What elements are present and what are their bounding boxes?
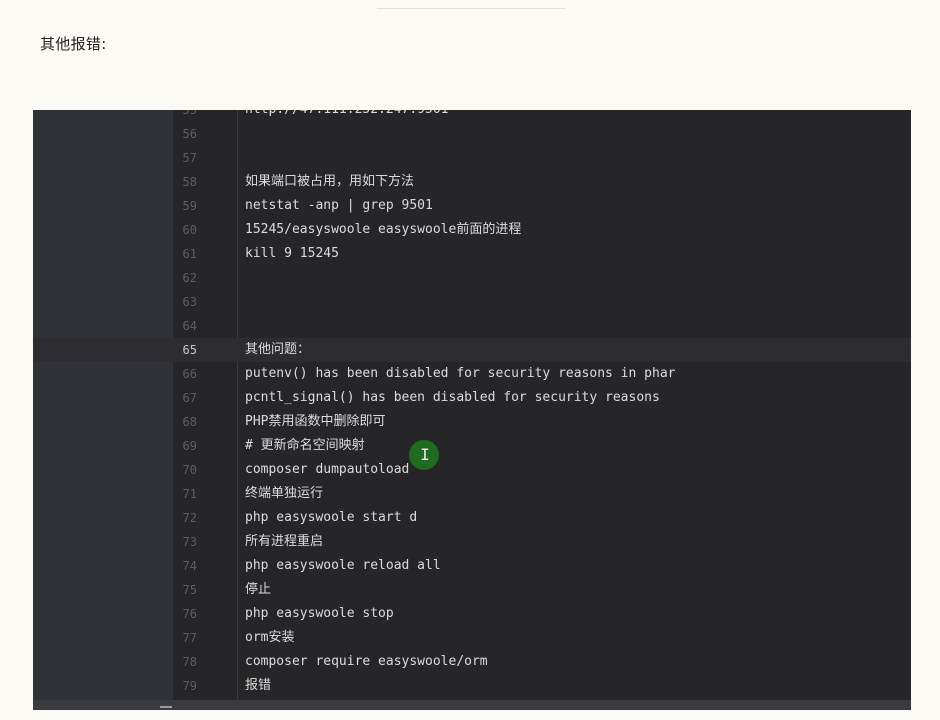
line-text: 其他问题： (245, 342, 311, 357)
line-text: 所有进程重启 (245, 534, 324, 549)
text-cursor-icon: I (420, 445, 430, 464)
line-number: 63 (182, 295, 197, 309)
code-line: 72 php easyswoole start d (33, 506, 911, 530)
code-line: 57 (33, 146, 911, 170)
line-number: 78 (182, 655, 197, 669)
code-line: 76 php easyswoole stop (33, 602, 911, 626)
line-number: 57 (182, 151, 197, 165)
line-number: 62 (182, 271, 197, 285)
line-number: 70 (182, 463, 197, 477)
code-line: 79 报错 (33, 674, 911, 698)
line-text: 如果端口被占用，用如下方法 (245, 174, 415, 189)
line-number: 67 (182, 391, 197, 405)
line-number: 68 (182, 415, 197, 429)
line-number: 75 (182, 583, 197, 597)
line-number: 69 (182, 439, 197, 453)
line-text: 报错 (245, 678, 272, 693)
code-line: 65 其他问题： (33, 338, 911, 362)
code-line: 78 composer require easyswoole/orm (33, 650, 911, 674)
code-line: 74 php easyswoole reload all (33, 554, 911, 578)
line-number: 61 (182, 247, 197, 261)
code-line: 66 putenv() has been disabled for securit… (33, 362, 911, 386)
code-editor-screenshot: 55 http://47.111.252.247:9501 56 57 58 如果端口被占… (33, 110, 911, 710)
code-line: 68 PHP禁用函数中删除即可 (33, 410, 911, 434)
line-text: 终端单独运行 (245, 486, 324, 501)
code-line: 64 (33, 314, 911, 338)
code-line: 67 pcntl_signal() has been disabled for s… (33, 386, 911, 410)
code-line: 56 (33, 122, 911, 146)
code-line: 70 composer dumpautoload (33, 458, 911, 482)
line-text: orm安装 (245, 630, 295, 645)
line-text: php easyswoole stop (245, 606, 394, 621)
line-text: netstat -anp | grep 9501 (245, 198, 433, 213)
line-number: 73 (182, 535, 197, 549)
section-title: 其他报错: (40, 35, 107, 53)
line-text: kill 9 15245 (245, 246, 339, 261)
line-text: composer dumpautoload (245, 462, 410, 477)
line-text: # 更新命名空间映射 (245, 438, 365, 453)
line-number: 76 (182, 607, 197, 621)
line-number: 66 (182, 367, 197, 381)
scroll-indicator (160, 706, 172, 708)
line-number: 79 (182, 679, 197, 693)
code-line: 55 http://47.111.252.247:9501 (33, 110, 911, 122)
line-number: 58 (182, 175, 197, 189)
line-number: 72 (182, 511, 197, 525)
line-number: 71 (182, 487, 197, 501)
code-line: 62 (33, 266, 911, 290)
line-number: 60 (182, 223, 197, 237)
line-text: http://47.111.252.247:9501 (245, 110, 449, 122)
editor-status-bar (33, 700, 911, 710)
line-text: 停止 (245, 582, 272, 597)
line-number: 74 (182, 559, 197, 573)
top-divider (377, 8, 566, 9)
code-line: 63 (33, 290, 911, 314)
line-number: 65 (182, 343, 197, 357)
line-text: pcntl_signal() has been disabled for sec… (245, 390, 660, 405)
line-number: 56 (182, 127, 197, 141)
code-area: 55 http://47.111.252.247:9501 56 57 58 如果端口被占… (33, 110, 911, 698)
line-text: 15245/easyswoole easyswoole前面的进程 (245, 222, 522, 237)
code-line: 69 # 更新命名空间映射 (33, 434, 911, 458)
code-line: 77 orm安装 (33, 626, 911, 650)
code-line: 59 netstat -anp | grep 9501 (33, 194, 911, 218)
line-text: composer require easyswoole/orm (245, 654, 488, 669)
code-line: 75 停止 (33, 578, 911, 602)
line-number: 77 (182, 631, 197, 645)
code-line: 61 kill 9 15245 (33, 242, 911, 266)
code-line: 73 所有进程重启 (33, 530, 911, 554)
code-line: 58 如果端口被占用，用如下方法 (33, 170, 911, 194)
line-text: putenv() has been disabled for security … (245, 366, 676, 381)
line-text: php easyswoole reload all (245, 558, 441, 573)
line-text: php easyswoole start d (245, 510, 418, 525)
code-line: 71 终端单独运行 (33, 482, 911, 506)
code-line: 60 15245/easyswoole easyswoole前面的进程 (33, 218, 911, 242)
line-number: 55 (182, 110, 197, 117)
line-text: PHP禁用函数中删除即可 (245, 414, 386, 429)
line-number: 64 (182, 319, 197, 333)
line-number: 59 (182, 199, 197, 213)
